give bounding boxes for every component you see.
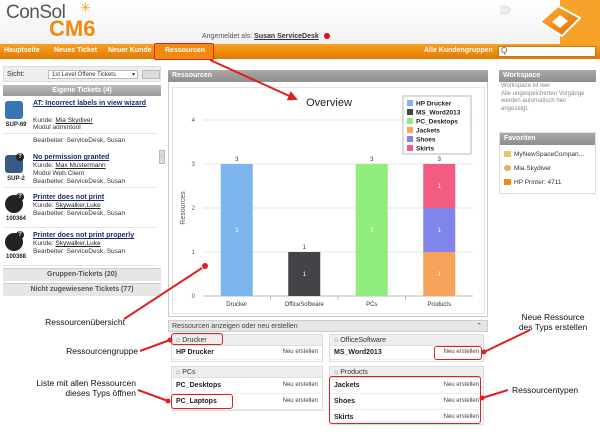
dot-new — [481, 349, 487, 355]
workspace-title: Workspace — [499, 70, 596, 82]
annotation-group: Ressourcengruppe — [66, 346, 138, 356]
company-icon — [504, 151, 511, 158]
dot-overview — [202, 263, 208, 269]
favorite-item[interactable]: HP Printer: 4711 — [504, 179, 561, 186]
favorites-panel: Favoriten MyNewSpaceCompan... Mia Skydiv… — [499, 132, 596, 194]
favorite-item[interactable]: MyNewSpaceCompan... — [504, 151, 584, 158]
dot-list — [165, 398, 171, 404]
dot-types — [479, 395, 485, 401]
arrow-group — [139, 339, 171, 352]
annotation-types: Ressourcentypen — [512, 385, 579, 395]
arrow-list — [137, 389, 169, 402]
annotation-arrows — [123, 59, 531, 404]
arrow-types — [481, 389, 509, 399]
person-icon — [504, 165, 511, 172]
annotation-list: Liste mit allen Ressourcen dieses Typs öf… — [36, 378, 136, 398]
favorite-item[interactable]: Mia Skydiver — [504, 165, 551, 172]
workspace-text: Workspace ist leer Alle ungespeicherten … — [501, 83, 585, 112]
arrow-overview-small — [123, 267, 203, 320]
dot-group — [167, 337, 173, 343]
arrow-new — [483, 329, 531, 353]
arrow-overview — [209, 59, 298, 101]
home-resource-icon — [504, 179, 511, 186]
annotation-overview: Ressourcenübersicht — [45, 317, 125, 327]
favorites-title: Favoriten — [500, 133, 595, 145]
annotation-new: Neue Ressource des Typs erstellen — [518, 312, 588, 332]
